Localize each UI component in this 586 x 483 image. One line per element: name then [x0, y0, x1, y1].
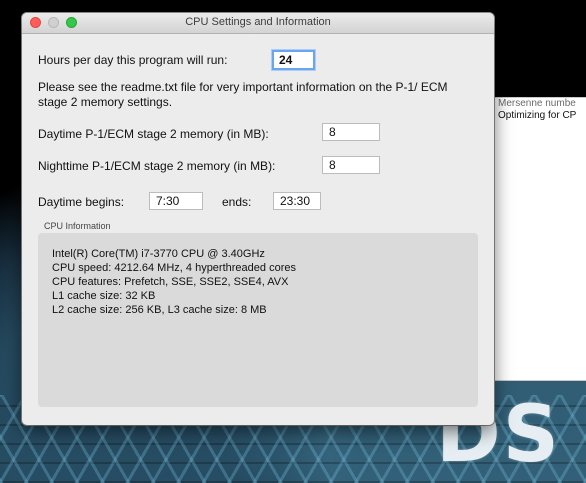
cpu-information-text: Intel(R) Core(TM) i7-3770 CPU @ 3.40GHz …: [52, 247, 296, 317]
daytime-memory-input[interactable]: [322, 123, 380, 141]
title-bar[interactable]: CPU Settings and Information: [22, 13, 494, 34]
cpu-information-heading: CPU Information: [44, 221, 111, 231]
background-window-line: Mersenne numbe: [498, 98, 576, 109]
nighttime-memory-input[interactable]: [322, 156, 380, 174]
l2-l3-cache: L2 cache size: 256 KB, L3 cache size: 8 …: [52, 304, 267, 316]
daytime-begins-input[interactable]: [149, 192, 203, 210]
l1-cache: L1 cache size: 32 KB: [52, 290, 156, 302]
nighttime-memory-label: Nighttime P-1/ECM stage 2 memory (in MB)…: [38, 159, 276, 173]
ends-label: ends:: [222, 195, 252, 209]
cpu-speed: CPU speed: 4212.64 MHz, 4 hyperthreaded …: [52, 262, 296, 274]
cpu-information-panel: Intel(R) Core(TM) i7-3770 CPU @ 3.40GHz …: [38, 233, 478, 407]
ends-input[interactable]: [273, 192, 321, 210]
cpu-model: Intel(R) Core(TM) i7-3770 CPU @ 3.40GHz: [52, 248, 265, 260]
readme-note: Please see the readme.txt file for very …: [38, 80, 448, 109]
hours-label: Hours per day this program will run:: [38, 53, 228, 67]
background-window[interactable]: Mersenne numbe Optimizing for CP: [494, 98, 586, 380]
hours-input[interactable]: [272, 50, 315, 70]
cpu-settings-dialog[interactable]: CPU Settings and Information Hours per d…: [22, 13, 494, 425]
background-window-line: Optimizing for CP: [498, 110, 577, 121]
daytime-memory-label: Daytime P-1/ECM stage 2 memory (in MB):: [38, 127, 269, 141]
window-title: CPU Settings and Information: [185, 16, 331, 28]
cpu-features: CPU features: Prefetch, SSE, SSE2, SSE4,…: [52, 276, 289, 288]
daytime-begins-label: Daytime begins:: [38, 195, 125, 209]
